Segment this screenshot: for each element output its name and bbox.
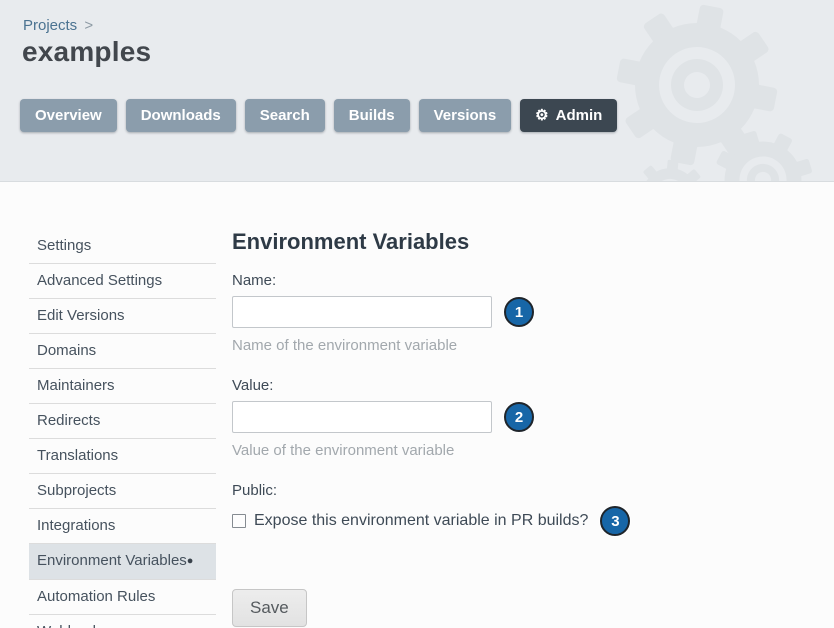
breadcrumb: Projects > [23, 17, 93, 34]
gear-icon: ⚙ [535, 108, 548, 123]
sidebar-item-environment-variables[interactable]: Environment Variables● [29, 544, 216, 580]
value-field-label: Value: [232, 377, 652, 394]
sidebar-item-integrations[interactable]: Integrations [29, 509, 216, 544]
sidebar-item-webhooks[interactable]: Webhooks [29, 615, 216, 628]
name-field-label: Name: [232, 272, 652, 289]
gears-decoration-icon [600, 0, 834, 182]
sidebar-item-maintainers[interactable]: Maintainers [29, 369, 216, 404]
sidebar-item-advanced-settings[interactable]: Advanced Settings [29, 264, 216, 299]
save-button[interactable]: Save [232, 589, 307, 627]
public-checkbox-label[interactable]: Expose this environment variable in PR b… [254, 512, 588, 530]
tab-downloads[interactable]: Downloads [126, 99, 236, 132]
annotation-badge-1: 1 [504, 297, 534, 327]
page-title: examples [22, 36, 151, 68]
breadcrumb-separator: > [84, 17, 93, 34]
name-help-text: Name of the environment variable [232, 337, 652, 354]
value-field-group: Value: 2 Value of the environment variab… [232, 377, 652, 459]
sidebar-item-translations[interactable]: Translations [29, 439, 216, 474]
sidebar-item-redirects[interactable]: Redirects [29, 404, 216, 439]
public-checkbox[interactable] [232, 514, 246, 528]
public-field-label: Public: [232, 482, 652, 499]
environment-variables-panel: Environment Variables Name: 1 Name of th… [232, 229, 652, 627]
value-input[interactable] [232, 401, 492, 433]
active-item-bullet-icon: ● [187, 555, 194, 567]
annotation-badge-2: 2 [504, 402, 534, 432]
name-input[interactable] [232, 296, 492, 328]
sidebar-item-settings[interactable]: Settings [29, 229, 216, 264]
tab-versions[interactable]: Versions [419, 99, 512, 132]
sidebar-item-label: Environment Variables [37, 552, 187, 569]
project-header: Projects > examples Overview Downloads S… [0, 0, 834, 182]
admin-content: Settings Advanced Settings Edit Versions… [0, 182, 834, 628]
tab-search[interactable]: Search [245, 99, 325, 132]
section-heading: Environment Variables [232, 229, 652, 255]
admin-sidebar: Settings Advanced Settings Edit Versions… [29, 229, 216, 628]
annotation-badge-3: 3 [600, 506, 630, 536]
public-field-group: Public: Expose this environment variable… [232, 482, 652, 536]
name-field-group: Name: 1 Name of the environment variable [232, 272, 652, 354]
sidebar-item-edit-versions[interactable]: Edit Versions [29, 299, 216, 334]
tab-builds[interactable]: Builds [334, 99, 410, 132]
tab-admin[interactable]: ⚙ Admin [520, 99, 617, 132]
value-help-text: Value of the environment variable [232, 442, 652, 459]
tab-admin-label: Admin [556, 107, 603, 124]
sidebar-item-domains[interactable]: Domains [29, 334, 216, 369]
project-nav-tabs: Overview Downloads Search Builds Version… [20, 99, 617, 132]
sidebar-item-subprojects[interactable]: Subprojects [29, 474, 216, 509]
tab-overview[interactable]: Overview [20, 99, 117, 132]
sidebar-item-automation-rules[interactable]: Automation Rules [29, 580, 216, 615]
breadcrumb-projects-link[interactable]: Projects [23, 17, 77, 34]
